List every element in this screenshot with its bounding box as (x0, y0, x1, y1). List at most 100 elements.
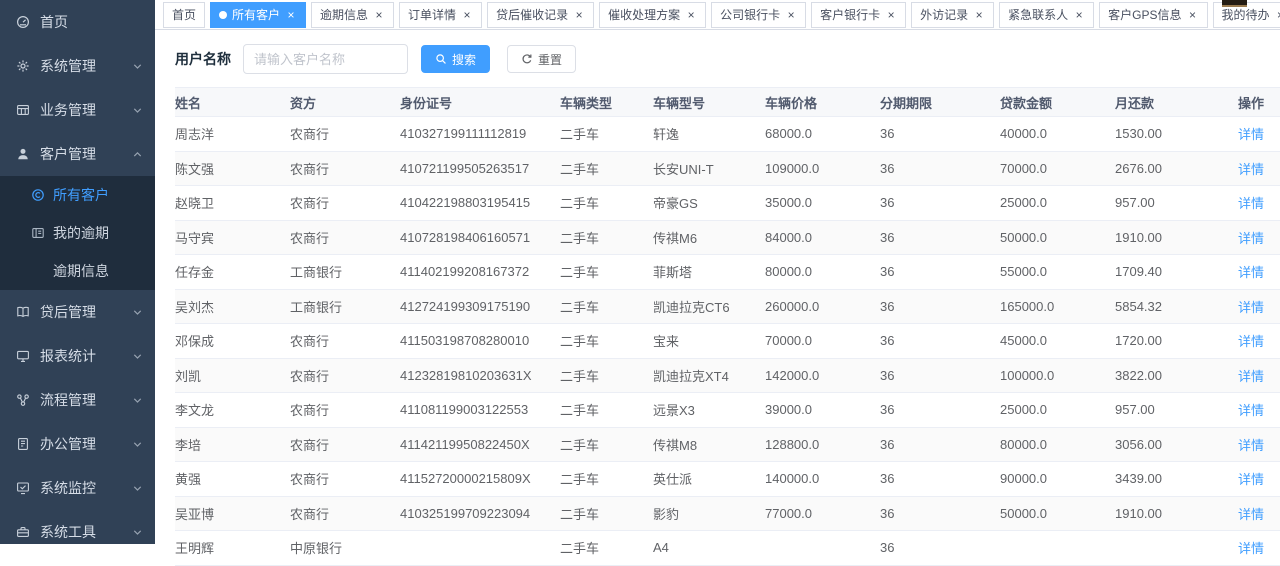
avatar[interactable] (1222, 0, 1247, 7)
close-icon[interactable]: × (573, 9, 585, 21)
column-header: 姓名 (175, 93, 290, 112)
cell-actions: 详情 (1235, 228, 1280, 247)
detail-link[interactable]: 详情 (1238, 162, 1264, 177)
flow-icon (16, 393, 30, 407)
detail-link[interactable]: 详情 (1238, 300, 1264, 315)
table-row: 周志洋农商行410327199111112819二手车轩逸68000.03640… (175, 117, 1280, 152)
cell-monthly: 1910.00 (1115, 230, 1235, 245)
close-icon[interactable]: × (373, 9, 385, 21)
cell-vehicle_type: 二手车 (560, 297, 653, 316)
cell-term: 36 (880, 540, 1000, 555)
cell-loan: 25000.0 (1000, 195, 1115, 210)
office-icon (16, 437, 30, 451)
cell-model: 长安UNI-T (653, 159, 765, 178)
close-icon[interactable]: × (973, 9, 985, 21)
search-button-label: 搜索 (452, 51, 476, 68)
cell-price: 142000.0 (765, 368, 880, 383)
cell-funder: 中原银行 (290, 538, 400, 557)
cell-vehicle_type: 二手车 (560, 228, 653, 247)
detail-link[interactable]: 详情 (1238, 231, 1264, 246)
cell-term: 36 (880, 264, 1000, 279)
cell-funder: 农商行 (290, 400, 400, 419)
detail-link[interactable]: 详情 (1238, 369, 1264, 384)
close-icon[interactable]: × (461, 9, 473, 21)
sidebar-item-overdue-info[interactable]: 逾期信息 (0, 252, 155, 290)
close-icon[interactable]: × (1187, 9, 1199, 21)
sidebar-item-system-management[interactable]: 系统管理 (0, 44, 155, 88)
column-header: 车辆类型 (560, 93, 653, 112)
sidebar-item-loan-management[interactable]: 贷后管理 (0, 290, 155, 334)
tab-all-customers[interactable]: 所有客户 × (210, 2, 306, 28)
close-icon[interactable]: × (885, 9, 897, 21)
sidebar-item-office-management[interactable]: 办公管理 (0, 422, 155, 466)
sidebar-item-system-monitor[interactable]: 系统监控 (0, 466, 155, 510)
sidebar-item-process-management[interactable]: 流程管理 (0, 378, 155, 422)
tab-emergency-contacts[interactable]: 紧急联系人× (999, 2, 1094, 28)
cell-name: 任存金 (175, 262, 290, 281)
sidebar-item-report-statistics[interactable]: 报表统计 (0, 334, 155, 378)
tab-label: 逾期信息 (320, 6, 368, 23)
tab-visit-records[interactable]: 外访记录× (911, 2, 994, 28)
tab-home[interactable]: 首页 (163, 2, 205, 28)
sidebar-item-all-customers[interactable]: 所有客户 (0, 176, 155, 214)
detail-link[interactable]: 详情 (1238, 438, 1264, 453)
detail-link[interactable]: 详情 (1238, 127, 1264, 142)
cell-price: 39000.0 (765, 402, 880, 417)
cell-loan: 25000.0 (1000, 402, 1115, 417)
customer-name-input[interactable] (243, 44, 408, 74)
detail-link[interactable]: 详情 (1238, 403, 1264, 418)
tabs-bar: 首页所有客户×逾期信息×订单详情×贷后催收记录×催收处理方案×公司银行卡×客户银… (155, 0, 1280, 30)
detail-link[interactable]: 详情 (1238, 507, 1264, 522)
detail-link[interactable]: 详情 (1238, 472, 1264, 487)
cell-name: 陈文强 (175, 159, 290, 178)
tab-order-detail[interactable]: 订单详情× (399, 2, 482, 28)
close-icon[interactable]: × (785, 9, 797, 21)
tab-label: 所有客户 (232, 6, 280, 23)
tab-customer-bank-card[interactable]: 客户银行卡× (811, 2, 906, 28)
cell-name: 吴亚博 (175, 504, 290, 523)
cell-model: 宝来 (653, 331, 765, 350)
chevron-down-icon (132, 527, 143, 538)
tab-collection-plan[interactable]: 催收处理方案× (599, 2, 706, 28)
tab-overdue-info[interactable]: 逾期信息 × (311, 2, 394, 28)
sidebar-item-business-management[interactable]: 业务管理 (0, 88, 155, 132)
cell-actions: 详情 (1235, 366, 1280, 385)
detail-link[interactable]: 详情 (1238, 265, 1264, 280)
table-row: 吴亚博农商行410325199709223094二手车影豹77000.03650… (175, 497, 1280, 532)
sidebar-item-home[interactable]: 首页 (0, 0, 155, 44)
sidebar-item-label: 系统工具 (40, 522, 96, 542)
tab-collection-records[interactable]: 贷后催收记录× (487, 2, 594, 28)
cell-term: 36 (880, 471, 1000, 486)
tab-company-bank-card[interactable]: 公司银行卡× (711, 2, 806, 28)
reset-button[interactable]: 重置 (507, 45, 576, 73)
tab-label: 我的待办 (1222, 6, 1270, 23)
sidebar-item-label: 系统监控 (40, 478, 96, 498)
cell-funder: 工商银行 (290, 262, 400, 281)
cell-funder: 农商行 (290, 159, 400, 178)
sidebar-item-system-tools[interactable]: 系统工具 (0, 510, 155, 554)
cell-price: 77000.0 (765, 506, 880, 521)
filter-bar: 用户名称 搜索 重置 (175, 44, 1280, 74)
sidebar-item-my-overdue[interactable]: 我的逾期 (0, 214, 155, 252)
sidebar-item-label: 所有客户 (53, 185, 109, 205)
column-header: 车辆价格 (765, 93, 880, 112)
cell-model: 帝豪GS (653, 193, 765, 212)
tab-customer-gps[interactable]: 客户GPS信息× (1099, 2, 1207, 28)
close-icon[interactable]: × (1073, 9, 1085, 21)
table-row: 李培农商行41142119950822450X二手车传祺M8128800.036… (175, 428, 1280, 463)
close-icon[interactable]: × (685, 9, 697, 21)
cell-vehicle_type: 二手车 (560, 124, 653, 143)
close-icon[interactable]: × (285, 9, 297, 21)
detail-link[interactable]: 详情 (1238, 196, 1264, 211)
cell-id_no: 410728198406160571 (400, 230, 560, 245)
column-header: 贷款金额 (1000, 93, 1115, 112)
cell-term: 36 (880, 368, 1000, 383)
cell-vehicle_type: 二手车 (560, 469, 653, 488)
detail-link[interactable]: 详情 (1238, 334, 1264, 349)
cell-vehicle_type: 二手车 (560, 193, 653, 212)
cell-vehicle_type: 二手车 (560, 538, 653, 557)
cell-loan: 55000.0 (1000, 264, 1115, 279)
sidebar-item-customer-management[interactable]: 客户管理 (0, 132, 155, 176)
search-button[interactable]: 搜索 (421, 45, 490, 73)
close-icon[interactable]: × (1275, 9, 1280, 21)
